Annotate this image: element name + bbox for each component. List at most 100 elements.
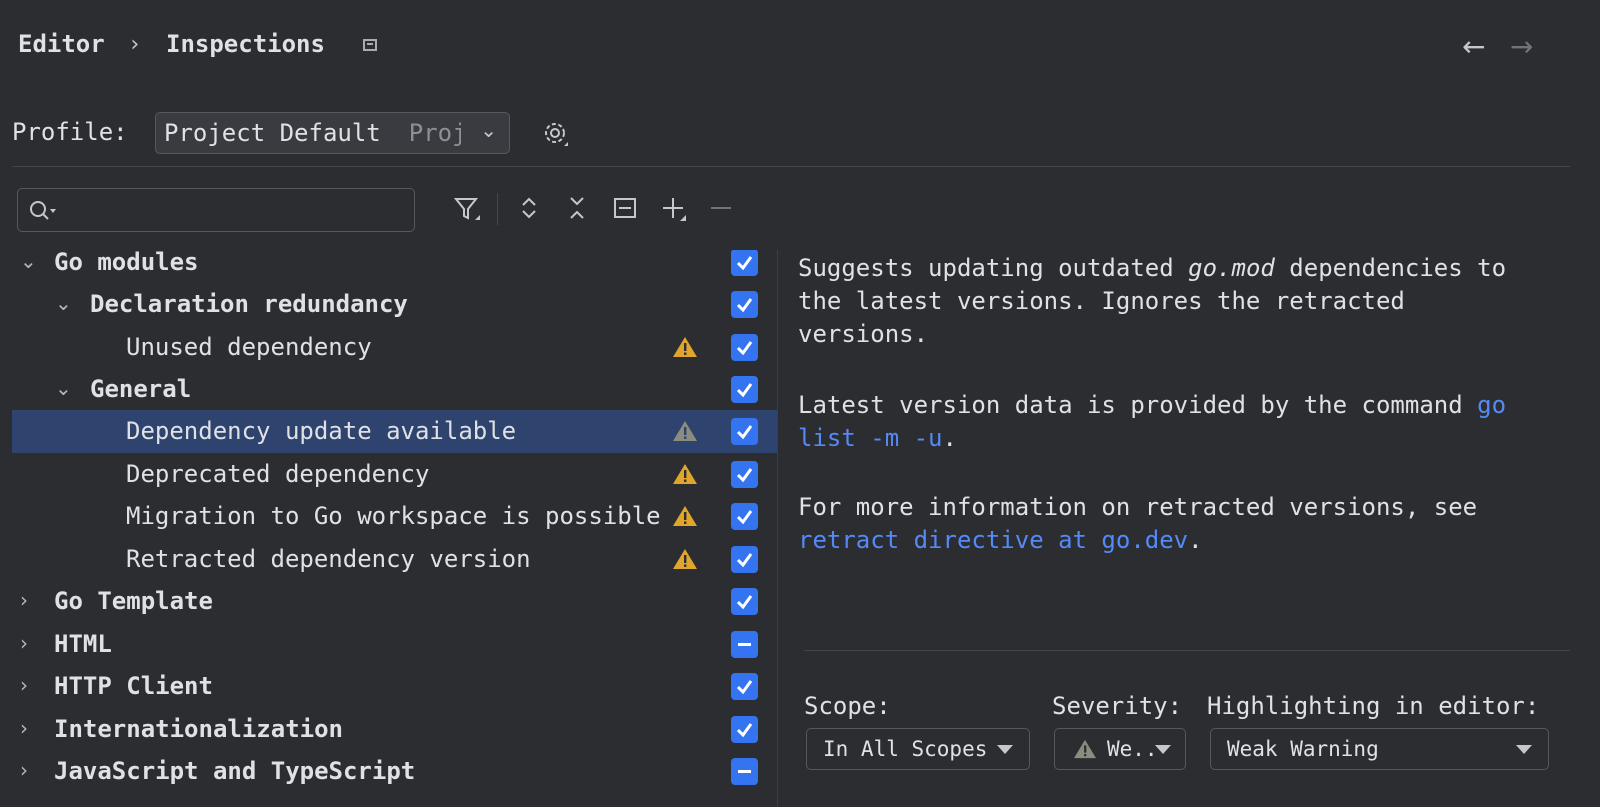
severity-label: Severity: <box>1052 692 1183 720</box>
back-arrow-icon[interactable]: ← <box>1462 30 1485 63</box>
scope-label: Scope: <box>804 692 891 720</box>
remove-icon[interactable] <box>706 193 736 223</box>
scope-value: In All Scopes <box>823 737 988 761</box>
highlighting-label: Highlighting in editor: <box>1207 692 1540 720</box>
tree-row-declaration-redundancy[interactable]: ⌄ Declaration redundancy <box>12 283 777 326</box>
checkbox-partial[interactable] <box>731 758 758 785</box>
chevron-right-icon[interactable]: › <box>20 588 28 612</box>
search-icon <box>30 201 56 220</box>
checkbox[interactable] <box>731 418 758 445</box>
filter-icon[interactable] <box>452 193 482 223</box>
scope-dropdown[interactable]: In All Scopes <box>806 728 1030 770</box>
tree-label: Deprecated dependency <box>126 460 430 488</box>
chevron-right-icon[interactable]: › <box>20 631 28 655</box>
chevron-down-icon[interactable]: ⌄ <box>55 376 72 400</box>
tree-row-retracted-dependency-version[interactable]: Retracted dependency version <box>12 538 777 581</box>
warning-icon <box>673 549 697 569</box>
tree-label: Go modules <box>54 250 199 276</box>
tree-row-go-template[interactable]: › Go Template <box>12 580 777 623</box>
chevron-down-icon[interactable]: ⌄ <box>55 291 72 315</box>
description-text: . <box>1188 526 1203 554</box>
divider <box>804 650 1570 651</box>
tree-label: Retracted dependency version <box>126 545 531 573</box>
dropdown-arrow-icon <box>997 745 1013 754</box>
command-link[interactable]: list -m -u <box>798 424 943 452</box>
forward-arrow-icon[interactable]: → <box>1510 30 1533 63</box>
tree-label: Go Template <box>54 587 213 615</box>
description-code: go.mod <box>1188 254 1275 282</box>
chevron-down-icon[interactable]: ⌄ <box>20 250 37 273</box>
dropdown-arrow-icon <box>1155 745 1171 754</box>
checkbox[interactable] <box>731 461 758 488</box>
tree-row-html[interactable]: › HTML <box>12 623 777 666</box>
tree-row-dependency-update-available[interactable]: Dependency update available <box>12 410 777 453</box>
checkbox[interactable] <box>731 376 758 403</box>
add-icon[interactable] <box>658 193 688 223</box>
tree-row-javascript-and-typescript[interactable]: › JavaScript and TypeScript <box>12 750 777 793</box>
checkbox[interactable] <box>731 716 758 743</box>
collapse-all-icon[interactable] <box>562 193 592 223</box>
description-text: Suggests updating outdated <box>798 254 1189 282</box>
tree-label: Internationalization <box>54 715 343 743</box>
checkbox[interactable] <box>731 250 758 276</box>
search-input[interactable] <box>17 188 415 232</box>
checkbox[interactable] <box>731 291 758 318</box>
tree-label: Unused dependency <box>126 333 372 361</box>
description-paragraph-2: Latest version data is provided by the c… <box>798 389 1558 455</box>
tree-row-go-modules[interactable]: ⌄ Go modules <box>12 250 777 284</box>
tree-label: HTTP Client <box>54 672 213 700</box>
severity-value: We.. <box>1107 737 1158 761</box>
checkbox[interactable] <box>731 546 758 573</box>
warning-icon <box>1074 739 1096 759</box>
chevron-right-icon[interactable]: › <box>20 758 28 782</box>
breadcrumb-editor[interactable]: Editor <box>18 30 105 58</box>
tree-row-migration-to-go-workspace[interactable]: Migration to Go workspace is possible <box>12 495 777 538</box>
description-text: For more information on retracted versio… <box>798 493 1478 521</box>
checkbox[interactable] <box>731 588 758 615</box>
tree-row-general[interactable]: ⌄ General <box>12 368 777 411</box>
description-paragraph-1: Suggests updating outdated go.mod depend… <box>798 252 1558 351</box>
description-text: Latest version data is provided by the c… <box>798 391 1478 419</box>
breadcrumb-separator: › <box>128 32 142 57</box>
highlighting-dropdown[interactable]: Weak Warning <box>1210 728 1549 770</box>
checkbox-partial[interactable] <box>731 631 758 658</box>
tree-row-internationalization[interactable]: › Internationalization <box>12 708 777 751</box>
description-text: dependencies to <box>1274 254 1507 282</box>
chevron-right-icon[interactable]: › <box>20 716 28 740</box>
search-field[interactable] <box>68 195 402 227</box>
toolbar-separator <box>497 193 498 225</box>
checkbox[interactable] <box>731 334 758 361</box>
checkbox[interactable] <box>731 673 758 700</box>
profile-select[interactable]: Project Default Project ⌄ <box>155 112 510 154</box>
tree-row-http-client[interactable]: › HTTP Client <box>12 665 777 708</box>
tree-label: Migration to Go workspace is possible <box>126 502 661 530</box>
retract-directive-link[interactable]: retract directive at go.dev <box>798 526 1188 554</box>
inspection-tree[interactable]: ⌄ Go modules ⌄ Declaration redundancy Un… <box>12 250 778 807</box>
profile-value: Project Default <box>164 119 381 147</box>
description-text: versions. <box>798 320 929 348</box>
tree-label: General <box>90 375 192 403</box>
divider <box>12 166 1570 167</box>
tree-row-unused-dependency[interactable]: Unused dependency <box>12 326 777 369</box>
dropdown-arrow-icon <box>1516 745 1532 754</box>
tree-label: Declaration redundancy <box>90 290 408 318</box>
severity-dropdown[interactable]: We.. <box>1054 728 1186 770</box>
warning-icon <box>673 421 697 441</box>
description-text: . <box>942 424 957 452</box>
tree-label: JavaScript and TypeScript <box>54 757 416 785</box>
reset-icon[interactable] <box>610 193 640 223</box>
gear-icon[interactable] <box>540 118 570 148</box>
pin-icon[interactable] <box>363 39 377 51</box>
tree-row-deprecated-dependency[interactable]: Deprecated dependency <box>12 453 777 496</box>
tree-label: Dependency update available <box>126 417 517 445</box>
page-title: Inspections <box>166 30 325 58</box>
description-paragraph-3: For more information on retracted versio… <box>798 491 1558 557</box>
description-text: the latest versions. Ignores the retract… <box>798 287 1405 315</box>
tree-label: HTML <box>54 630 112 658</box>
highlighting-value: Weak Warning <box>1227 737 1379 761</box>
expand-all-icon[interactable] <box>514 193 544 223</box>
checkbox[interactable] <box>731 503 758 530</box>
chevron-right-icon[interactable]: › <box>20 673 28 697</box>
profile-label: Profile: <box>12 118 128 146</box>
command-link[interactable]: go <box>1477 391 1506 419</box>
